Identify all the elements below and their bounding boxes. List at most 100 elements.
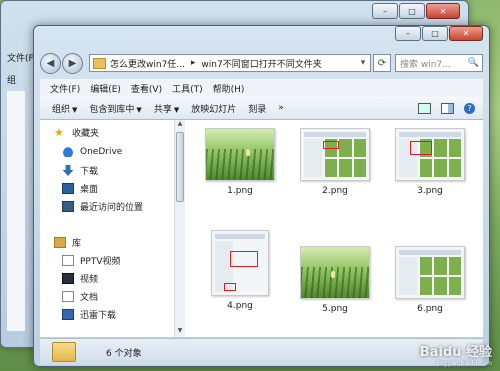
file-name: 6.png xyxy=(417,304,443,314)
sidebar-item-label: 桌面 xyxy=(80,185,99,195)
change-view-icon[interactable] xyxy=(418,102,431,114)
more-commands-button[interactable]: » xyxy=(278,103,284,113)
share-button[interactable]: 共享 ▼ xyxy=(154,102,179,115)
back-maximize-button[interactable]: □ xyxy=(399,3,425,19)
thumbnail-grid xyxy=(420,257,461,295)
menu-edit[interactable]: 编辑(E) xyxy=(90,82,121,95)
preview-pane-icon[interactable] xyxy=(441,102,454,114)
sidebar-item-pptv[interactable]: PPTV视频 xyxy=(62,254,121,267)
maximize-button[interactable]: □ xyxy=(422,26,448,41)
back-close-button[interactable]: ✕ xyxy=(426,3,460,19)
highlight-box xyxy=(410,141,432,155)
document-icon xyxy=(62,291,74,302)
menu-help[interactable]: 帮助(H) xyxy=(213,82,245,95)
desktop-icon xyxy=(62,183,74,194)
search-icon[interactable]: 🔍 xyxy=(468,58,479,68)
help-icon[interactable]: ? xyxy=(464,102,475,114)
sidebar-item-label: 迅雷下载 xyxy=(80,311,117,321)
sidebar-item-label: PPTV视频 xyxy=(80,257,121,267)
video-icon xyxy=(62,273,74,284)
menu-tools[interactable]: 工具(T) xyxy=(172,82,203,95)
breadcrumb-current[interactable]: win7不同窗口打开不同文件夹 xyxy=(201,57,321,70)
burn-button[interactable]: 刻录 xyxy=(248,102,266,115)
chevron-down-icon: ▼ xyxy=(72,105,78,114)
watermark-url: jingyan.baidu.com xyxy=(436,360,492,367)
xunlei-icon xyxy=(62,309,74,320)
file-item[interactable]: 6.png xyxy=(395,246,465,314)
close-button[interactable]: ✕ xyxy=(449,26,483,41)
cloud-icon xyxy=(62,146,74,157)
image-thumbnail xyxy=(300,246,370,299)
star-icon: ★ xyxy=(54,126,64,139)
file-item[interactable]: 5.png xyxy=(300,246,370,314)
include-in-library-button[interactable]: 包含到库中 ▼ xyxy=(89,102,141,115)
navigation-pane: ★ 收藏夹 OneDrive 下载 桌面 最近访问的位置 库 PPTV视频 视频… xyxy=(40,120,180,337)
title-buttons: – □ ✕ xyxy=(395,26,483,41)
sidebar-item-label: 下载 xyxy=(80,167,99,177)
back-window-title-buttons: – □ ✕ xyxy=(372,3,460,19)
sidebar-item-xunlei[interactable]: 迅雷下载 xyxy=(62,308,116,321)
watermark: Baidu 经验 jingyan.baidu.com xyxy=(420,341,492,367)
sidebar-libraries[interactable]: 库 xyxy=(54,236,81,249)
file-name: 3.png xyxy=(417,186,443,196)
organize-label: 组织 xyxy=(52,104,71,115)
sidebar-item-documents[interactable]: 文档 xyxy=(62,290,98,303)
file-name: 5.png xyxy=(322,304,348,314)
address-bar[interactable]: 怎么更改win7任... ▸ win7不同窗口打开不同文件夹 ▾ xyxy=(89,54,371,72)
scroll-up-icon[interactable]: ▲ xyxy=(175,120,185,130)
highlight-box xyxy=(323,141,339,149)
forward-button[interactable]: ▶ xyxy=(62,52,83,74)
search-input[interactable]: 搜索 win7... 🔍 xyxy=(395,54,483,72)
image-thumbnail xyxy=(395,246,465,299)
menu-file[interactable]: 文件(F) xyxy=(50,82,80,95)
sidebar-item-label: 视频 xyxy=(80,275,99,285)
folder-icon xyxy=(93,57,106,69)
chevron-down-icon: ▼ xyxy=(173,105,180,114)
item-count: 6 个对象 xyxy=(106,348,142,359)
sidebar-item-label: 最近访问的位置 xyxy=(80,203,144,213)
status-bar: 6 个对象 xyxy=(40,338,483,365)
watermark-text: Baidu 经验 xyxy=(419,345,492,360)
sidebar-item-downloads[interactable]: 下载 xyxy=(62,164,98,177)
back-window-nav-pane xyxy=(7,91,25,331)
scroll-down-icon[interactable]: ▼ xyxy=(175,327,185,337)
back-toolbar-organize[interactable]: 组 xyxy=(7,73,16,86)
flower-mark xyxy=(331,271,335,278)
sidebar-item-onedrive[interactable]: OneDrive xyxy=(62,146,122,157)
scrollbar-thumb[interactable] xyxy=(176,132,184,202)
file-name: 2.png xyxy=(322,186,348,196)
file-name: 1.png xyxy=(227,186,253,196)
breadcrumb-parent[interactable]: 怎么更改win7任... xyxy=(110,57,185,70)
toolbar-right-group: ? xyxy=(418,102,475,114)
sidebar-favorites[interactable]: ★ 收藏夹 xyxy=(54,126,99,139)
image-thumbnail xyxy=(205,128,275,181)
slideshow-button[interactable]: 放映幻灯片 xyxy=(191,102,236,115)
command-toolbar: 组织 ▼ 包含到库中 ▼ 共享 ▼ 放映幻灯片 刻录 » ? xyxy=(40,97,483,120)
file-item[interactable]: 3.png xyxy=(395,128,465,196)
file-item[interactable]: 2.png xyxy=(300,128,370,196)
sidebar-item-videos[interactable]: 视频 xyxy=(62,272,98,285)
minimize-button[interactable]: – xyxy=(395,26,421,41)
highlight-box xyxy=(230,251,258,267)
address-dropdown-icon[interactable]: ▾ xyxy=(356,58,370,68)
favorites-label: 收藏夹 xyxy=(72,129,100,139)
recent-places-icon xyxy=(62,201,74,212)
sidebar-item-desktop[interactable]: 桌面 xyxy=(62,182,98,195)
organize-button[interactable]: 组织 ▼ xyxy=(52,102,77,115)
menu-view[interactable]: 查看(V) xyxy=(131,82,162,95)
flower-mark xyxy=(246,149,250,156)
include-library-label: 包含到库中 xyxy=(89,104,135,115)
explorer-window[interactable]: – □ ✕ ◀ ▶ 怎么更改win7任... ▸ win7不同窗口打开不同文件夹… xyxy=(33,25,490,367)
image-thumbnail xyxy=(300,128,370,181)
sidebar-item-recent-places[interactable]: 最近访问的位置 xyxy=(62,200,143,213)
breadcrumb-separator[interactable]: ▸ xyxy=(191,58,196,68)
back-minimize-button[interactable]: – xyxy=(372,3,398,19)
file-item[interactable]: 4.png xyxy=(205,230,275,311)
image-thumbnail xyxy=(395,128,465,181)
share-label: 共享 xyxy=(153,104,172,115)
back-button[interactable]: ◀ xyxy=(40,52,61,74)
navigation-scrollbar[interactable]: ▲ ▼ xyxy=(174,120,185,337)
chevron-down-icon: ▼ xyxy=(136,105,142,114)
file-item[interactable]: 1.png xyxy=(205,128,275,196)
refresh-button[interactable]: ⟳ xyxy=(373,54,391,72)
